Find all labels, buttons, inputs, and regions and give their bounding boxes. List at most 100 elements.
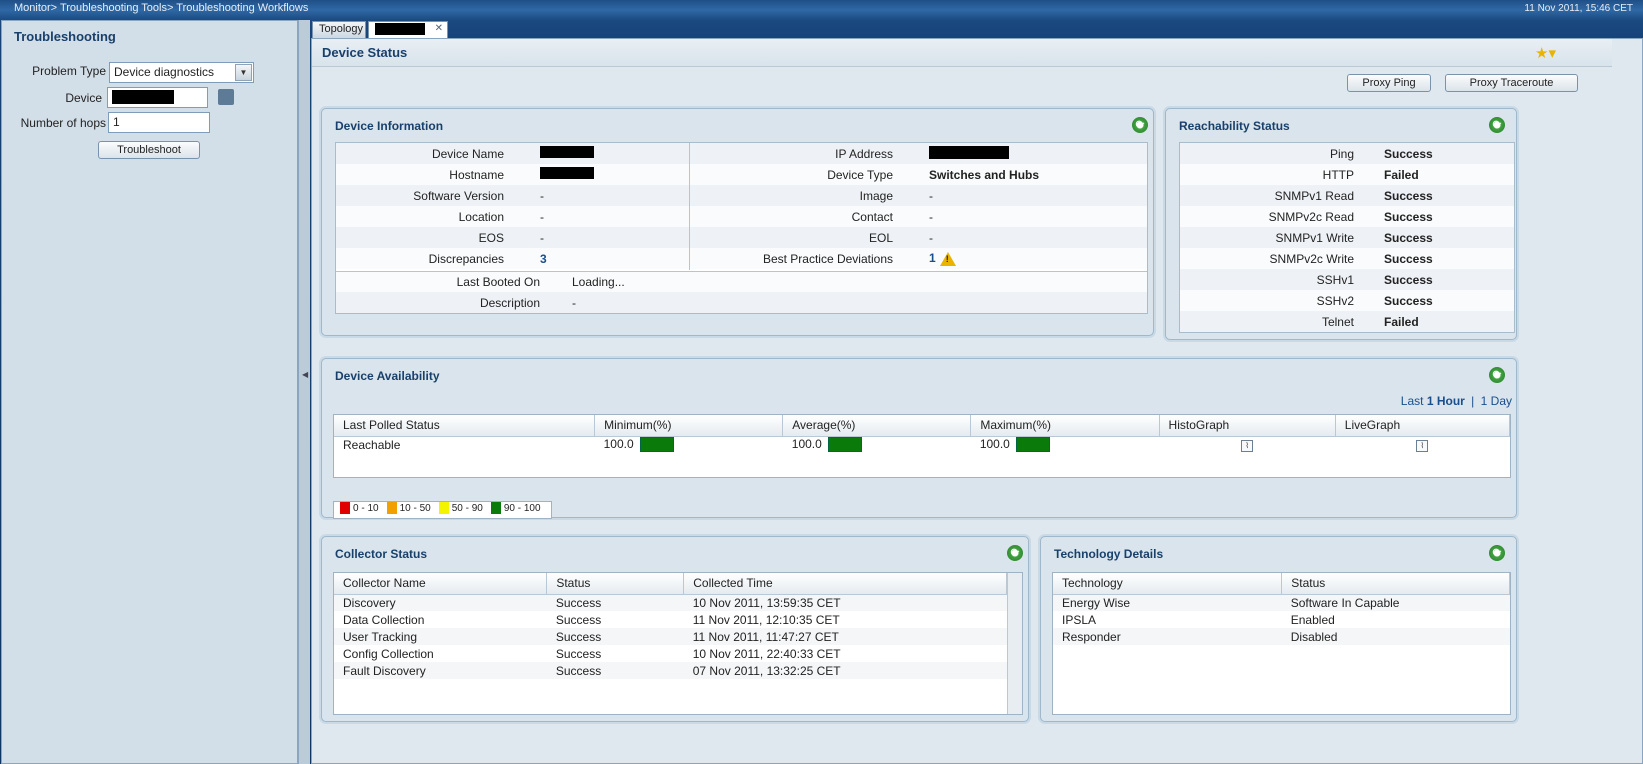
table-row: SSHv1 Success <box>1180 269 1514 290</box>
reachability-table: Ping Success HTTP Failed SNMPv1 Read Success S… <box>1179 142 1515 333</box>
technology-table: Technology Status Energy Wise Software In … <box>1052 572 1511 715</box>
table-row: Hostname Device Type Switches and Hubs <box>336 164 1147 185</box>
reachability-status-panel: Reachability Status ⟳ Ping Success HTTP Fai… <box>1165 108 1517 340</box>
field-value-text: - <box>929 188 933 203</box>
field-value-text[interactable]: 3 <box>540 252 547 266</box>
column-header[interactable]: HistoGraph <box>1159 415 1336 437</box>
range-1-hour[interactable]: 1 Hour <box>1427 394 1465 408</box>
column-header[interactable]: Average(%) <box>782 415 972 437</box>
collapse-arrow-icon[interactable]: ◀ <box>302 370 308 379</box>
protocol-status: Success <box>1380 227 1514 248</box>
problem-type-label: Problem Type <box>32 64 106 78</box>
breadcrumb[interactable]: Monitor> Troubleshooting Tools> Troubles… <box>14 2 308 14</box>
legend-label: 10 - 50 <box>399 502 431 514</box>
range-1-day[interactable]: 1 Day <box>1481 394 1512 408</box>
main-content: Device Status ★▾ Proxy Ping Proxy Tracer… <box>311 38 1643 764</box>
refresh-icon[interactable]: ⟳ <box>1489 117 1505 133</box>
table-row: EOS - EOL - <box>336 227 1147 248</box>
field-label: Best Practice Deviations <box>690 248 925 269</box>
table-row[interactable]: IPSLA Enabled <box>1053 611 1510 628</box>
tab-device[interactable]: ✕ <box>368 21 448 38</box>
column-header[interactable]: Status <box>546 573 685 595</box>
table-cell: Data Collection <box>334 611 547 628</box>
panel-title: Troubleshooting <box>14 29 116 44</box>
table-cell: 10 Nov 2011, 13:59:35 CET <box>683 594 1007 611</box>
table-row: SNMPv2c Write Success <box>1180 248 1514 269</box>
panel-title: Reachability Status <box>1179 119 1290 133</box>
main-header: Device Status ★▾ <box>312 39 1612 67</box>
warning-icon: ! <box>939 251 956 266</box>
collector-status-panel: Collector Status ⟳ Collector Name Status C… <box>321 536 1029 722</box>
panel-title: Device Availability <box>335 369 440 383</box>
close-icon[interactable]: ✕ <box>435 23 443 34</box>
table-cell: Success <box>546 611 684 628</box>
tab-topology[interactable]: Topology <box>312 21 366 38</box>
panel-splitter[interactable]: ◀ <box>298 20 310 764</box>
protocol-label: SSHv1 <box>1180 269 1380 290</box>
proxy-traceroute-button[interactable]: Proxy Traceroute <box>1445 74 1578 92</box>
description-value: - <box>572 296 576 310</box>
hops-input[interactable]: 1 <box>108 112 210 133</box>
field-value-text[interactable]: 1 <box>929 251 936 265</box>
table-row: Telnet Failed <box>1180 311 1514 332</box>
refresh-icon[interactable]: ⟳ <box>1132 117 1148 133</box>
troubleshoot-button[interactable]: Troubleshoot <box>98 141 200 159</box>
protocol-status: Failed <box>1380 164 1514 185</box>
table-row[interactable]: Config Collection Success 10 Nov 2011, 22:… <box>334 645 1007 662</box>
average-cell: 100.0 <box>782 436 971 453</box>
histograph-cell: ⌇ <box>1159 436 1336 453</box>
proxy-ping-button[interactable]: Proxy Ping <box>1347 74 1431 92</box>
livegraph-cell: ⌇ <box>1335 436 1510 453</box>
table-row[interactable]: Responder Disabled <box>1053 628 1510 645</box>
table-row: Discrepancies 3 Best Practice Deviations 1! <box>336 248 1147 269</box>
field-value: Switches and Hubs <box>925 164 1147 185</box>
table-row: SNMPv1 Write Success <box>1180 227 1514 248</box>
range-separator: | <box>1471 394 1475 408</box>
field-label: Software Version <box>336 185 536 206</box>
table-row: SNMPv2c Read Success <box>1180 206 1514 227</box>
column-header[interactable]: Last Polled Status <box>334 415 596 437</box>
protocol-label: Telnet <box>1180 311 1380 332</box>
column-header[interactable]: LiveGraph <box>1335 415 1511 437</box>
redacted-value <box>929 145 1009 159</box>
livegraph-icon[interactable]: ⌇ <box>1416 440 1429 453</box>
table-cell: Success <box>546 628 684 645</box>
device-info-grid: Device Name IP Address Hostname Device Type… <box>336 143 1147 269</box>
table-row[interactable]: Discovery Success 10 Nov 2011, 13:59:35 CE… <box>334 594 1007 611</box>
column-header[interactable]: Minimum(%) <box>594 415 784 437</box>
field-label: Device Name <box>336 143 536 164</box>
table-row[interactable]: Data Collection Success 11 Nov 2011, 12:10… <box>334 611 1007 628</box>
device-input[interactable] <box>107 87 208 108</box>
column-header[interactable]: Status <box>1281 573 1510 595</box>
table-row[interactable]: Energy Wise Software In Capable <box>1053 594 1510 611</box>
column-header[interactable]: Collector Name <box>334 573 548 595</box>
panel-title: Device Information <box>335 119 444 133</box>
table-row[interactable]: User Tracking Success 11 Nov 2011, 11:47:2… <box>334 628 1007 645</box>
maximum-cell: 100.0 <box>970 436 1160 453</box>
protocol-label: SNMPv1 Write <box>1180 227 1380 248</box>
refresh-icon[interactable]: ⟳ <box>1489 367 1505 383</box>
field-value-text: - <box>540 209 544 224</box>
refresh-icon[interactable]: ⟳ <box>1489 545 1505 561</box>
column-header[interactable]: Collected Time <box>683 573 1007 595</box>
column-header[interactable]: Technology <box>1053 573 1283 595</box>
legend-swatch <box>438 502 449 514</box>
vertical-scrollbar[interactable] <box>1007 573 1022 714</box>
problem-type-select[interactable]: Device diagnostics ▼ <box>109 62 254 83</box>
table-cell: Success <box>546 594 684 611</box>
field-value-text: - <box>540 188 544 203</box>
histograph-icon[interactable]: ⌇ <box>1241 440 1254 453</box>
chevron-down-icon[interactable]: ▼ <box>235 64 252 81</box>
column-header[interactable]: Maximum(%) <box>970 415 1160 437</box>
protocol-label: SNMPv2c Read <box>1180 206 1380 227</box>
field-label: EOS <box>336 227 536 248</box>
refresh-icon[interactable]: ⟳ <box>1007 545 1023 561</box>
favorite-star-icon[interactable]: ★▾ <box>1535 44 1556 62</box>
field-value: 1! <box>925 248 1147 269</box>
table-row[interactable]: Fault Discovery Success 07 Nov 2011, 13:32… <box>334 662 1007 679</box>
field-value: - <box>925 206 1147 227</box>
protocol-label: HTTP <box>1180 164 1380 185</box>
description-label: Description <box>479 296 540 310</box>
redacted-value <box>540 146 594 158</box>
device-selector-icon[interactable] <box>218 89 234 105</box>
